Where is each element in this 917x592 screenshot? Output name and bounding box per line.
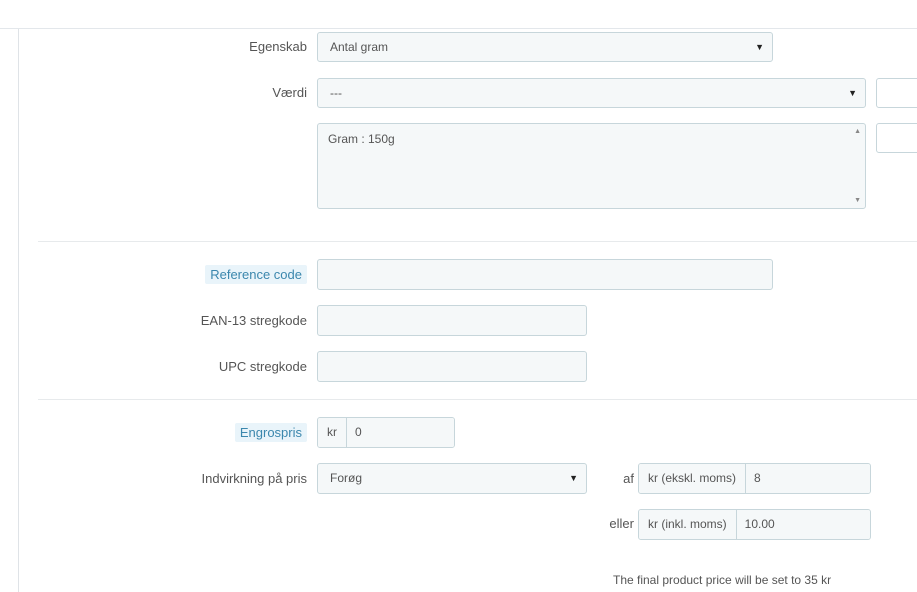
impact-label: Indvirkning på pris	[201, 471, 308, 486]
impact-incl-group: kr (inkl. moms) 10.00	[638, 509, 871, 540]
currency-addon: kr	[318, 418, 347, 447]
reference-label: Reference code	[150, 265, 307, 284]
wholesale-price-group: kr 0	[317, 417, 455, 448]
wholesale-input[interactable]: 0	[347, 418, 454, 447]
wholesale-label-text: Engrospris	[234, 423, 307, 442]
section-divider	[38, 241, 917, 242]
ean13-label: EAN-13 stregkode	[200, 313, 307, 328]
add-value-button-clipped[interactable]	[876, 78, 917, 108]
attribute-select[interactable]: Antal gram ▼	[317, 32, 773, 62]
upc-input[interactable]	[317, 351, 587, 382]
attribute-label: Egenskab	[249, 39, 307, 54]
impact-or-label: eller	[609, 516, 634, 531]
section-divider	[38, 399, 917, 400]
ean13-input[interactable]	[317, 305, 587, 336]
impact-of-label: af	[623, 471, 634, 486]
impact-selected-value: Forøg	[330, 471, 363, 485]
incl-tax-addon: kr (inkl. moms)	[639, 510, 737, 539]
impact-select[interactable]: Forøg ▼	[317, 463, 587, 494]
upc-label: UPC stregkode	[218, 359, 307, 374]
value-select[interactable]: --- ▼	[317, 78, 866, 108]
combination-list-box[interactable]: Gram : 150g ▲ ▼	[317, 123, 866, 209]
wholesale-label: Engrospris	[150, 423, 307, 442]
attribute-selected-value: Antal gram	[330, 40, 389, 54]
caret-down-icon: ▼	[569, 473, 578, 483]
value-label: Værdi	[272, 85, 307, 100]
final-price-note: The final product price will be set to 3…	[613, 573, 832, 587]
value-selected-value: ---	[330, 86, 342, 100]
caret-down-icon: ▼	[755, 42, 764, 52]
excl-tax-addon: kr (ekskl. moms)	[639, 464, 746, 493]
impact-excl-group: kr (ekskl. moms) 8	[638, 463, 871, 494]
scroll-up-icon[interactable]: ▲	[854, 128, 861, 135]
scroll-down-icon[interactable]: ▼	[854, 197, 861, 204]
delete-combination-button-clipped[interactable]	[876, 123, 917, 153]
left-rail-divider	[18, 29, 19, 592]
reference-label-text: Reference code	[205, 265, 307, 284]
combination-item: Gram : 150g	[328, 132, 395, 146]
reference-input[interactable]	[317, 259, 773, 290]
top-bar	[0, 0, 917, 29]
caret-down-icon: ▼	[848, 88, 857, 98]
impact-excl-input[interactable]: 8	[746, 464, 870, 493]
impact-incl-input[interactable]: 10.00	[736, 510, 870, 539]
